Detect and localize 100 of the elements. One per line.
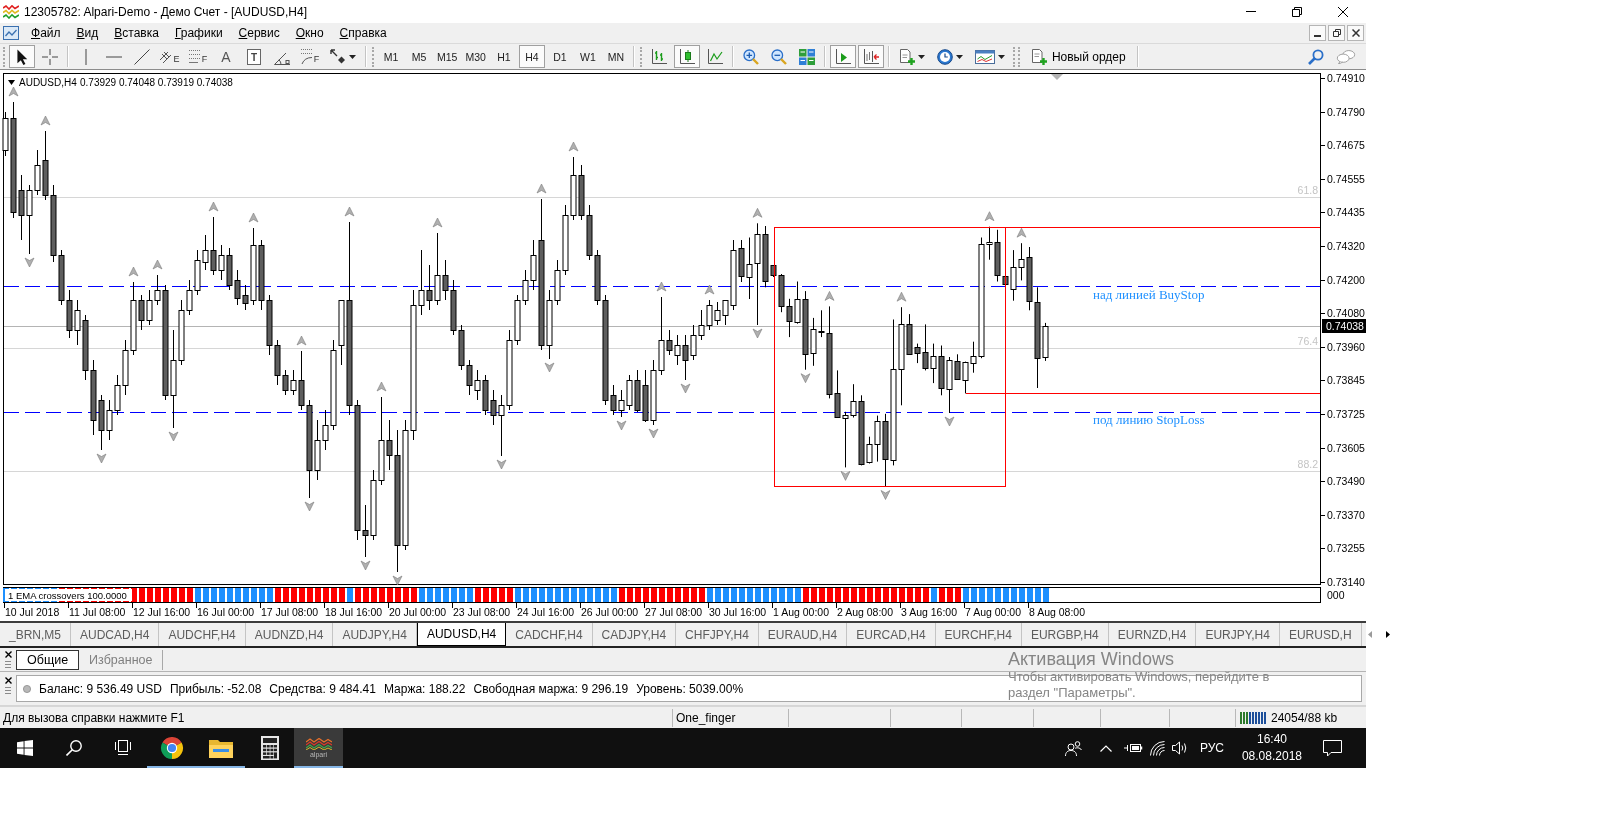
caret-icon: [997, 54, 1005, 59]
grip-icon[interactable]: [5, 661, 11, 668]
price-axis-label: 0.74910: [1327, 72, 1365, 84]
chart-tab[interactable]: AUDUSD,H4: [416, 623, 507, 646]
chart-window-icon: [3, 26, 19, 40]
input-language-indicator[interactable]: РУС: [1199, 741, 1224, 755]
up-arrowhead-icon: [152, 259, 163, 270]
timeframe-button[interactable]: D1: [546, 45, 573, 68]
down-triangle-icon[interactable]: [8, 80, 15, 85]
people-icon[interactable]: [1064, 740, 1082, 756]
tricolor-circle-icon: [159, 737, 184, 759]
down-arrowhead-icon: [96, 453, 107, 464]
down-arrowhead-icon: [880, 490, 891, 500]
up-arrowhead-icon: [536, 183, 547, 194]
down-arrowhead-icon: [616, 420, 627, 431]
fibonacci-level-label: 88.2: [1297, 458, 1318, 470]
channel-tool-button[interactable]: E: [157, 45, 183, 68]
speaker-icon[interactable]: [1171, 741, 1187, 755]
current-price-tag: 0.74038: [1322, 319, 1366, 333]
timeframe-button[interactable]: H1: [490, 45, 517, 68]
vertical-line-icon: [85, 48, 87, 65]
chart-window-icon: [974, 49, 995, 64]
chevron-up-icon[interactable]: [1099, 744, 1112, 752]
up-arrowhead-icon: [824, 291, 835, 301]
menu-item[interactable]: Справка: [331, 25, 395, 41]
clock-time[interactable]: 16:40: [1256, 731, 1287, 748]
four-panes-logo-icon: [16, 740, 33, 756]
child-minimize-button[interactable]: [1309, 25, 1326, 41]
grip-icon[interactable]: [5, 687, 11, 694]
up-arrowhead-icon: [344, 206, 355, 217]
price-axis-label: 0.73845: [1327, 374, 1365, 386]
autoscroll-button[interactable]: [829, 45, 856, 68]
close-icon: [1338, 6, 1348, 17]
time-axis-label: 30 Jul 16:00: [709, 606, 767, 618]
cursor-tool-button[interactable]: [9, 45, 35, 68]
text-label-tool-button[interactable]: T: [241, 45, 267, 68]
time-axis-label: 3 Aug 16:00: [901, 606, 958, 618]
menu-item[interactable]: Вставка: [106, 25, 167, 41]
speech-bubble-icon[interactable]: [1323, 739, 1342, 757]
status-help-text: Для вызова справки нажмите F1: [3, 710, 185, 725]
boxed-letter-icon: T: [246, 48, 262, 65]
up-arrowhead-icon: [248, 212, 259, 223]
timeframe-button[interactable]: M15: [434, 45, 461, 68]
down-arrowhead-icon: [360, 560, 371, 571]
account-summary-item: Уровень: 5039.00%: [636, 681, 744, 696]
panel-tab[interactable]: Общие: [16, 650, 80, 670]
menu-item[interactable]: Вид: [68, 25, 107, 41]
clock-date[interactable]: 08.08.2018: [1241, 748, 1302, 765]
timeframe-button[interactable]: H4: [518, 45, 545, 68]
right-triangle-icon[interactable]: [1385, 631, 1390, 638]
child-restore-button[interactable]: [1328, 25, 1345, 41]
time-axis-label: 26 Jul 00:00: [581, 606, 639, 618]
battery-plug-icon[interactable]: [1123, 743, 1143, 753]
down-arrowhead-icon: [800, 373, 811, 383]
price-axis-label: 0.74200: [1327, 274, 1365, 286]
timeframe-button[interactable]: W1: [574, 45, 601, 68]
panel-tab[interactable]: Избранное: [79, 650, 164, 670]
chart-shift-button[interactable]: [857, 45, 884, 68]
horizontal-line-icon: [106, 55, 122, 58]
fibonacci-fan-tool-button[interactable]: F: [297, 45, 323, 68]
new-order-button[interactable]: Новый ордер: [1023, 45, 1133, 68]
close-icon[interactable]: [4, 677, 12, 684]
price-axis-label: 0.73960: [1327, 341, 1365, 353]
timeframe-button[interactable]: M1: [378, 45, 404, 68]
connection-bars-icon: [1240, 711, 1266, 724]
timeframe-button[interactable]: M5: [406, 45, 432, 68]
price-axis-label: 0.73140: [1327, 576, 1365, 588]
price-axis-label: 0.74435: [1327, 206, 1365, 218]
chart-shift-marker-icon[interactable]: [1051, 74, 1063, 80]
up-arrowhead-icon: [8, 86, 19, 97]
caret-icon: [917, 54, 925, 59]
up-arrowhead-icon: [432, 217, 443, 228]
menu-item[interactable]: Файл: [23, 25, 69, 41]
timeframe-button[interactable]: MN: [602, 45, 629, 68]
down-arrowhead-icon: [944, 416, 955, 427]
up-arrowhead-icon: [704, 284, 715, 295]
candlestick-chart-button[interactable]: [673, 45, 700, 68]
calculator-icon: [260, 736, 279, 760]
line-chart-icon: [706, 48, 723, 65]
close-icon[interactable]: [4, 651, 12, 658]
wireless-signal-icon[interactable]: [1149, 740, 1165, 756]
menu-item[interactable]: Окно: [287, 25, 332, 41]
child-close-button[interactable]: [1347, 25, 1364, 41]
dotted-curve-icon: [300, 49, 313, 64]
menu-item[interactable]: Сервис: [230, 25, 288, 41]
close-icon: [1351, 29, 1360, 37]
fibonacci-level-label: 61.8: [1297, 184, 1318, 196]
timeframe-button[interactable]: M30: [462, 45, 489, 68]
time-axis-label: 12 Jul 16:00: [133, 606, 191, 618]
price-axis-label: 0.73605: [1327, 442, 1365, 454]
up-arrowhead-icon: [568, 141, 579, 152]
text-tool-button[interactable]: A: [213, 45, 239, 68]
up-arrowhead-icon: [376, 381, 387, 392]
price-axis-label: 0.73725: [1327, 408, 1365, 420]
up-arrowhead-icon: [752, 208, 763, 218]
left-triangle-icon[interactable]: [1367, 631, 1372, 638]
account-summary-item: Прибыль: -52.08: [169, 681, 262, 696]
menu-item[interactable]: Графики: [166, 25, 231, 41]
price-axis-label: 0.74080: [1327, 307, 1365, 319]
fibonacci-tool-button[interactable]: F: [185, 45, 211, 68]
